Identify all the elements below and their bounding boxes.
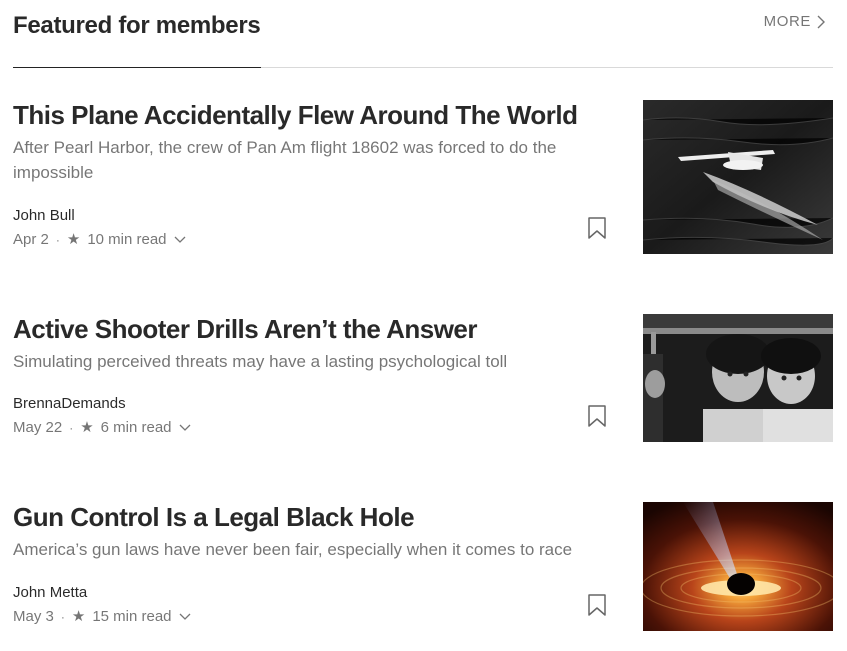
black-hole-illustration[interactable] xyxy=(643,502,833,631)
publish-date: May 3 xyxy=(13,608,54,625)
section-title: Featured for members xyxy=(13,12,261,39)
bookmark-icon[interactable] xyxy=(587,216,607,240)
star-icon: ★ xyxy=(66,231,81,248)
more-label: MORE xyxy=(763,13,811,30)
author-link[interactable]: John Metta xyxy=(13,583,191,603)
chevron-down-icon[interactable] xyxy=(179,424,191,432)
separator-dot: · xyxy=(60,610,65,624)
article-title[interactable]: Gun Control Is a Legal Black Hole xyxy=(13,501,613,533)
article-title[interactable]: This Plane Accidentally Flew Around The … xyxy=(13,99,613,131)
chevron-right-icon xyxy=(817,15,825,29)
seaplane-photo[interactable] xyxy=(643,100,833,254)
children-under-desk-photo[interactable] xyxy=(643,314,833,442)
section-title-underline xyxy=(13,67,261,68)
read-time: 15 min read xyxy=(92,608,172,625)
article-card: This Plane Accidentally Flew Around The … xyxy=(13,99,833,255)
article-meta: John Bull Apr 2 · ★ 10 min read xyxy=(13,206,186,250)
article-subtitle[interactable]: Simulating perceived threats may have a … xyxy=(13,349,603,374)
featured-members-section: Featured for members MORE This Plane Acc… xyxy=(0,0,847,651)
read-time: 10 min read xyxy=(87,231,167,248)
article-meta: BrennaDemands May 22 · ★ 6 min read xyxy=(13,394,191,438)
read-time: 6 min read xyxy=(100,419,172,436)
more-link[interactable]: MORE xyxy=(764,13,825,30)
chevron-down-icon[interactable] xyxy=(179,613,191,621)
star-icon: ★ xyxy=(71,608,86,625)
separator-dot: · xyxy=(69,421,74,435)
bookmark-icon[interactable] xyxy=(587,593,607,617)
article-meta: John Metta May 3 · ★ 15 min read xyxy=(13,583,191,627)
section-header: Featured for members MORE xyxy=(13,0,833,68)
article-title[interactable]: Active Shooter Drills Aren’t the Answer xyxy=(13,313,613,345)
separator-dot: · xyxy=(55,233,60,247)
article-subtitle[interactable]: After Pearl Harbor, the crew of Pan Am f… xyxy=(13,135,603,185)
publish-date: Apr 2 xyxy=(13,231,49,248)
chevron-down-icon[interactable] xyxy=(174,236,186,244)
article-card: Active Shooter Drills Aren’t the Answer … xyxy=(13,313,833,443)
publish-date: May 22 xyxy=(13,419,63,436)
bookmark-icon[interactable] xyxy=(587,404,607,428)
author-link[interactable]: BrennaDemands xyxy=(13,394,191,414)
star-icon: ★ xyxy=(80,419,94,436)
author-link[interactable]: John Bull xyxy=(13,206,186,226)
article-subtitle[interactable]: America’s gun laws have never been fair,… xyxy=(13,537,603,562)
article-card: Gun Control Is a Legal Black Hole Americ… xyxy=(13,501,833,632)
